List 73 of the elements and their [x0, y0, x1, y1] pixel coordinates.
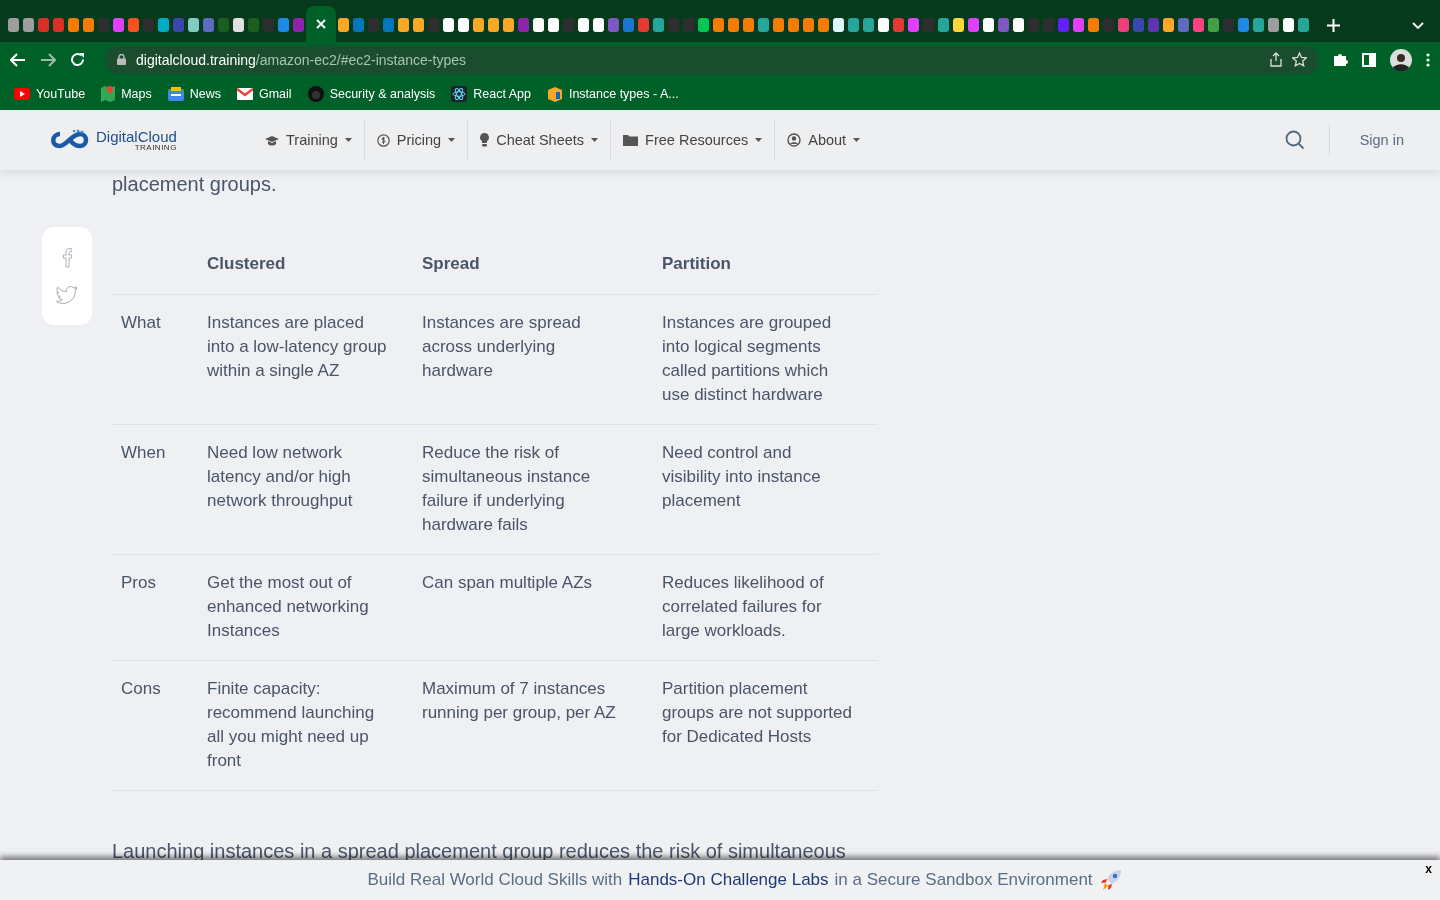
table-cell: Finite capacity: recommend launching all you might need up front: [198, 660, 413, 791]
folder-icon: [623, 134, 639, 146]
caret-icon: [755, 138, 763, 142]
row-label: Cons: [112, 660, 198, 791]
chevron-down-icon[interactable]: [1412, 21, 1424, 29]
table-cell: Get the most out of enhanced networking Instances: [198, 554, 413, 661]
paragraph-text: placement groups.: [112, 172, 278, 194]
logo-subtitle: TRAINING: [134, 143, 177, 152]
caret-icon: [448, 138, 456, 142]
table-cell: Need low network latency and/or high network throughput: [198, 424, 413, 555]
browser-tab[interactable]: [306, 6, 336, 42]
table-cell: Instances are spread across underlying hardware: [413, 294, 653, 425]
star-icon[interactable]: [1292, 52, 1307, 67]
bookmark[interactable]: YouTube: [14, 86, 86, 101]
table-cell: Need control and visibility into instance placement: [653, 424, 878, 555]
reload-icon[interactable]: [70, 52, 85, 67]
bookmark[interactable]: Maps: [101, 85, 152, 102]
graduation-cap-icon: [265, 134, 279, 146]
row-label: When: [112, 424, 198, 555]
labs-link[interactable]: Hands-On Challenge Labs: [628, 870, 829, 890]
caret-icon: [344, 138, 352, 142]
bookmark[interactable]: Gmail: [236, 86, 292, 101]
row-label: Pros: [112, 554, 198, 661]
user-circle-icon: [787, 133, 802, 147]
side-panel-icon[interactable]: [1362, 52, 1376, 67]
column-header: Clustered: [198, 238, 413, 295]
mail-icon: [236, 87, 253, 100]
banner-text: in a Secure Sandbox Environment: [834, 870, 1093, 890]
newspaper-icon: [167, 86, 184, 101]
nav-menu-item[interactable]: About: [775, 120, 873, 160]
bookmark[interactable]: News: [167, 86, 221, 101]
sign-in-link[interactable]: Sign in: [1353, 131, 1410, 149]
table-cell: Reduces likelihood of correlated failures for large workloads.: [653, 554, 878, 661]
forward-arrow-icon[interactable]: [40, 52, 56, 67]
column-header: Partition: [653, 238, 878, 295]
row-label: What: [112, 294, 198, 425]
table-cell: Instances are grouped into logical segments called partitions which use distinct hardware: [653, 294, 878, 425]
lock-icon: [117, 54, 126, 65]
lightbulb-icon: [480, 133, 490, 147]
cube-icon: [546, 85, 563, 102]
table-cell: Partition placement groups are not supported for Dedicated Hosts: [653, 660, 878, 791]
map-pin-icon: [101, 85, 116, 102]
banner-text: Build Real World Cloud Skills with: [367, 870, 623, 890]
search-icon[interactable]: [1284, 130, 1305, 150]
back-arrow-icon[interactable]: [10, 52, 26, 67]
table-cell: Reduce the risk of simultaneous instance failure if underlying hardware fails: [413, 424, 653, 555]
table-cell: Instances are placed into a low-latency group within a single AZ: [198, 294, 413, 425]
caret-icon: [853, 138, 861, 142]
close-icon[interactable]: [316, 19, 326, 29]
nav-menu-item[interactable]: Free Resources: [611, 120, 776, 160]
close-button[interactable]: x: [1425, 862, 1432, 876]
bookmark[interactable]: React App: [451, 85, 531, 102]
play-icon: [14, 87, 30, 100]
logo-text: DigitalCloud: [96, 128, 177, 144]
atom-icon: [451, 85, 468, 102]
bookmark[interactable]: Instance types - A...: [546, 85, 679, 102]
address-bar[interactable]: digitalcloud.training/amazon-ec2/#ec2-instance-types: [105, 45, 1319, 74]
more-menu-icon[interactable]: [1426, 52, 1430, 67]
bookmark[interactable]: Security & analysis: [307, 85, 436, 102]
dollar-icon: [376, 133, 390, 147]
caret-icon: [591, 138, 599, 142]
table-cell: Can span multiple AZs: [413, 554, 653, 661]
nav-menu-item[interactable]: Cheat Sheets: [468, 120, 612, 160]
avatar-icon[interactable]: [1390, 48, 1412, 71]
url-text: digitalcloud.training/amazon-ec2/#ec2-instance-types: [136, 51, 466, 68]
nav-menu-item[interactable]: Pricing: [364, 120, 469, 160]
table-cell: Maximum of 7 instances running per group, per AZ: [413, 660, 653, 791]
plus-icon[interactable]: [1327, 18, 1340, 32]
column-header: Spread: [413, 238, 653, 295]
rocket-icon: [1098, 868, 1123, 892]
nav-menu-item[interactable]: Training: [253, 120, 365, 160]
puzzle-piece-icon[interactable]: [1333, 52, 1348, 67]
share-icon[interactable]: [1270, 52, 1282, 67]
